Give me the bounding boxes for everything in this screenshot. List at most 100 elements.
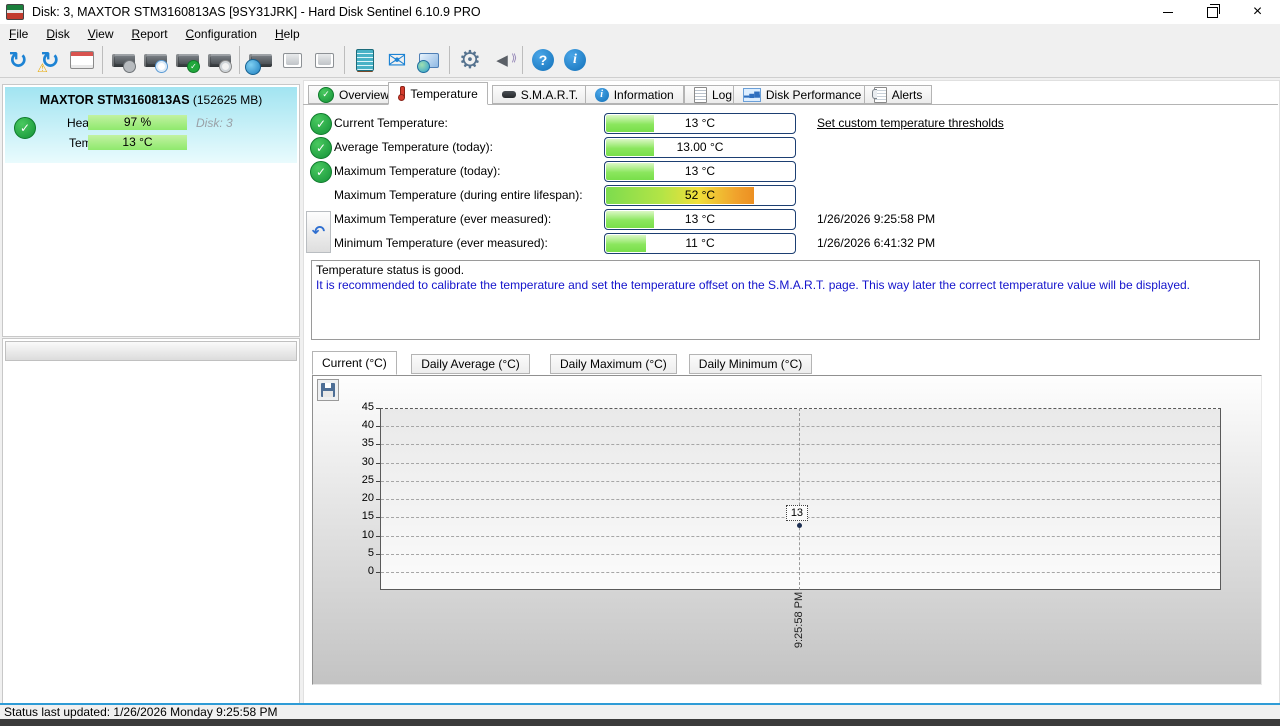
temperature-timestamp: 1/26/2026 6:41:32 PM — [817, 236, 936, 250]
temperature-bar-value: 52 °C — [684, 188, 716, 202]
help-icon[interactable] — [529, 46, 557, 74]
refresh-icon[interactable] — [4, 46, 32, 74]
minimize-icon — [1162, 11, 1173, 13]
settings-gear-icon[interactable] — [456, 46, 484, 74]
chart-gridline — [381, 499, 1220, 501]
disk-eject-icon[interactable] — [310, 46, 338, 74]
taskbar-edge — [0, 719, 1280, 726]
disk-connect-icon[interactable] — [278, 46, 306, 74]
y-axis-label: 20 — [361, 492, 374, 505]
chart-tab-daily-minimum-c-[interactable]: Daily Minimum (°C) — [688, 354, 813, 374]
close-icon: × — [1252, 3, 1263, 20]
log-doc-icon — [694, 86, 707, 103]
y-axis-tick — [376, 444, 380, 446]
set-thresholds-link[interactable]: Set custom temperature thresholds — [817, 116, 1004, 130]
temperature-bar-value: 13 °C — [684, 164, 716, 178]
email-icon[interactable] — [383, 46, 411, 74]
refresh-warning-icon[interactable] — [36, 46, 64, 75]
temperature-bar: 11 °C — [604, 233, 796, 254]
close-button[interactable]: × — [1235, 0, 1280, 24]
save-chart-button[interactable] — [317, 379, 339, 401]
y-axis-tick — [376, 535, 380, 537]
reset-ever-measured-button[interactable]: ↶ — [306, 211, 331, 253]
menu-item-disk[interactable]: Disk — [37, 25, 78, 43]
disk-surface-scan-icon[interactable] — [205, 46, 233, 74]
hard-disk-sentinel-window: Disk: 3, MAXTOR STM3160813AS [9SY31JRK] … — [0, 0, 1280, 726]
chart-gridline — [381, 480, 1220, 482]
temperature-bar-value: 13 °C — [684, 116, 716, 130]
y-axis-label: 30 — [361, 455, 374, 468]
restore-button[interactable] — [1190, 0, 1235, 24]
sidebar-lower-header[interactable] — [5, 341, 297, 361]
chart-tab-daily-maximum-c-[interactable]: Daily Maximum (°C) — [550, 354, 677, 374]
temperature-row: Maximum Temperature (ever measured): 13 °… — [0, 209, 1280, 231]
temperature-row: Maximum Temperature (during entire lifes… — [0, 185, 1280, 207]
disk-acoustic-icon[interactable] — [109, 46, 137, 74]
sidebar-lower-panel — [2, 338, 300, 706]
menu-item-report[interactable]: Report — [123, 25, 177, 43]
tab-label: Temperature — [410, 86, 478, 101]
y-axis-label: 40 — [361, 419, 374, 432]
chart-gridline — [381, 462, 1220, 464]
temperature-recommendation-text: It is recommended to calibrate the tempe… — [316, 278, 1191, 292]
temperature-row: Minimum Temperature (ever measured): 11 °… — [0, 233, 1280, 255]
disk-test-icon[interactable] — [173, 46, 201, 74]
chart-tab-current-c-[interactable]: Current (°C) — [312, 351, 397, 375]
performance-chart-icon: ▂▄▆▃ — [742, 87, 761, 102]
temperature-status-text: Temperature status is good. — [316, 263, 465, 277]
temperature-row: ✓ Average Temperature (today): 13.00 °C — [0, 137, 1280, 159]
menu-item-configuration[interactable]: Configuration — [177, 25, 266, 43]
save-floppy-icon — [321, 383, 335, 397]
status-bar: Status last updated: 1/26/2026 Monday 9:… — [0, 703, 1280, 719]
tab-information[interactable]: i Information — [584, 85, 684, 104]
temperature-row-label: Maximum Temperature (ever measured): — [334, 212, 552, 226]
tab-temperature[interactable]: Temperature — [388, 82, 488, 105]
tab-alerts[interactable]: Alerts — [863, 85, 933, 104]
toolbar — [0, 43, 1280, 78]
y-axis-label: 0 — [367, 565, 374, 577]
chart-gridline — [381, 426, 1220, 428]
menu-item-view[interactable]: View — [79, 25, 123, 43]
chart-gridline — [381, 444, 1220, 446]
menu-item-file[interactable]: File — [0, 25, 37, 43]
y-axis-tick — [376, 462, 380, 464]
network-disk-icon[interactable] — [245, 46, 274, 75]
network-status-icon[interactable] — [415, 46, 443, 74]
y-axis-label: 5 — [367, 546, 374, 559]
disk-clock-icon[interactable] — [141, 46, 169, 74]
temperature-bar: 52 °C — [604, 185, 796, 206]
y-axis-tick — [376, 572, 380, 573]
menu-item-help[interactable]: Help — [266, 25, 309, 43]
minimize-button[interactable] — [1145, 0, 1190, 24]
temperature-row: ✓ Current Temperature: 13 °C Set custom tem… — [0, 113, 1280, 135]
y-axis-tick — [376, 480, 380, 482]
disk-size: (152625 MB) — [192, 93, 263, 107]
tab-overview[interactable]: ✓ Overview — [308, 85, 400, 104]
temperature-bar-value: 11 °C — [685, 236, 715, 250]
chart-gridline — [381, 535, 1220, 537]
temperature-row-label: Current Temperature: — [334, 116, 448, 130]
chart-tab-daily-average-c-[interactable]: Daily Average (°C) — [411, 354, 530, 374]
notes-icon[interactable] — [351, 46, 379, 74]
status-bar-text: Status last updated: 1/26/2026 Monday 9:… — [4, 705, 278, 719]
temperature-row-label: Minimum Temperature (ever measured): — [334, 236, 548, 250]
tab-disk-performance[interactable]: ▂▄▆▃ Disk Performance — [732, 85, 872, 104]
temperature-timestamp: 1/26/2026 9:25:58 PM — [817, 212, 936, 226]
undo-arrow-icon: ↶ — [311, 224, 326, 241]
report-icon[interactable] — [68, 46, 96, 74]
sound-icon[interactable] — [488, 46, 516, 74]
y-axis-label: 15 — [361, 510, 374, 523]
y-axis-tick — [376, 553, 380, 555]
tab-label: Log — [712, 87, 733, 102]
temperature-bar: 13 °C — [604, 209, 796, 230]
disk-card-title: MAXTOR STM3160813AS (152625 MB) — [5, 93, 297, 107]
chart-gridline — [381, 553, 1220, 555]
chart-point-label: 13 — [785, 504, 809, 521]
chart-gridline — [381, 572, 1220, 573]
toolbar-separator — [102, 46, 103, 74]
tab-s-m-a-r-t-[interactable]: S.M.A.R.T. — [491, 85, 589, 104]
info-icon[interactable] — [561, 46, 589, 74]
tab-label: Disk Performance — [765, 87, 862, 102]
info-circle-icon: i — [594, 87, 609, 102]
temperature-bar-value: 13.00 °C — [676, 140, 724, 154]
